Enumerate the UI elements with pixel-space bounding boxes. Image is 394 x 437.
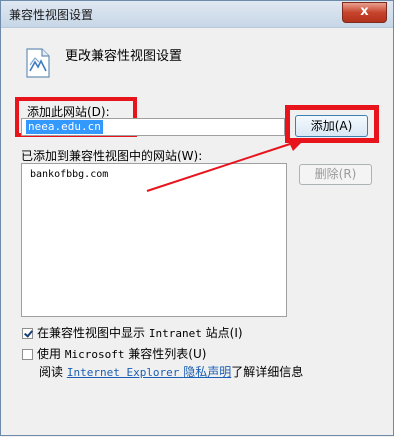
intranet-option[interactable]: 在兼容性视图中显示 Intranet 站点(I) bbox=[22, 324, 243, 341]
microsoft-label-suffix: 兼容性列表(U) bbox=[128, 347, 207, 361]
title-bar[interactable]: 兼容性视图设置 x bbox=[1, 1, 393, 28]
intranet-label-suffix: 站点(I) bbox=[205, 326, 243, 340]
add-button[interactable]: 添加(A) bbox=[295, 115, 368, 137]
compatibility-view-dialog: 兼容性视图设置 x 更改兼容性视图设置 添加此网站(D): neea.edu.c… bbox=[0, 0, 394, 436]
add-site-input-value: neea.edu.cn bbox=[26, 120, 103, 134]
site-list-label: 已添加到兼容性视图中的网站(W): bbox=[21, 149, 203, 163]
site-list[interactable]: bankofbbg.com bbox=[21, 163, 287, 317]
footer-suffix: 了解详细信息 bbox=[231, 365, 304, 379]
privacy-footer: 阅读 Internet Explorer 隐私声明了解详细信息 bbox=[39, 363, 303, 380]
privacy-link-mono[interactable]: Internet Explorer bbox=[67, 366, 180, 379]
intranet-label-prefix: 在兼容性视图中显示 bbox=[37, 326, 146, 340]
list-item[interactable]: bankofbbg.com bbox=[30, 169, 108, 180]
intranet-label-mono: Intranet bbox=[148, 327, 202, 340]
window-title: 兼容性视图设置 bbox=[9, 8, 94, 22]
microsoft-list-option[interactable]: 使用 Microsoft 兼容性列表(U) bbox=[22, 345, 206, 362]
privacy-link[interactable]: Internet Explorer 隐私声明 bbox=[67, 365, 231, 379]
header-title: 更改兼容性视图设置 bbox=[65, 49, 183, 64]
microsoft-label-prefix: 使用 bbox=[37, 347, 62, 361]
compatibility-page-icon bbox=[26, 48, 50, 78]
close-button[interactable]: x bbox=[342, 2, 387, 23]
privacy-link-cn[interactable]: 隐私声明 bbox=[183, 365, 231, 379]
footer-prefix: 阅读 bbox=[39, 365, 64, 379]
microsoft-label-mono: Microsoft bbox=[64, 348, 125, 361]
remove-button[interactable]: 删除(R) bbox=[299, 164, 372, 185]
microsoft-list-checkbox[interactable] bbox=[22, 349, 33, 360]
intranet-checkbox[interactable] bbox=[22, 328, 33, 339]
